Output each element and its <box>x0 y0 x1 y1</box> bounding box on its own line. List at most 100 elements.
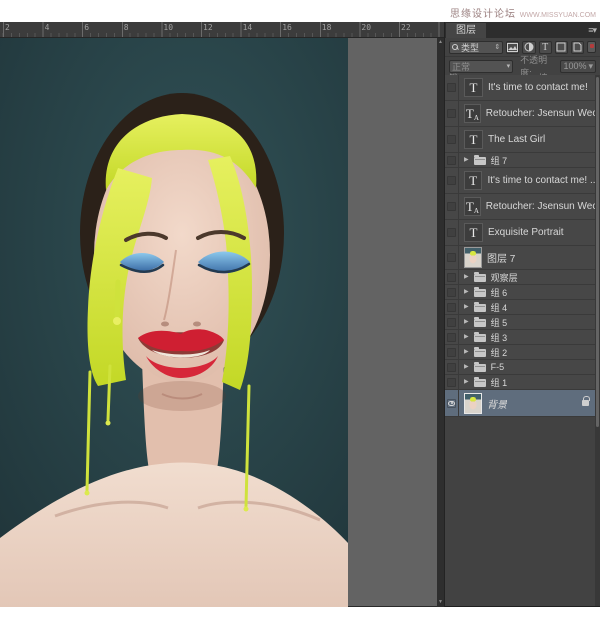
layer-thumbnail[interactable] <box>464 247 482 268</box>
scrollbar-thumb[interactable] <box>596 77 599 427</box>
text-layer-thumbnail[interactable]: T <box>464 223 483 242</box>
visibility-toggle[interactable] <box>445 153 459 167</box>
layer-row-16[interactable]: 背景 <box>445 390 595 417</box>
layer-row-6[interactable]: T Exquisite Portrait <box>445 220 595 246</box>
text-layer-thumbnail[interactable]: T <box>464 171 482 190</box>
layer-row-13[interactable]: ▶ 组 2 <box>445 345 595 360</box>
visibility-toggle[interactable] <box>445 345 459 359</box>
layer-name[interactable]: 组 3 <box>491 331 508 344</box>
layer-row-5[interactable]: TA Retoucher: Jsensun Wech... <box>445 194 595 220</box>
layer-row-3[interactable]: ▶ 组 7 <box>445 153 595 168</box>
layer-name[interactable]: 组 6 <box>491 286 508 299</box>
expand-triangle-icon[interactable]: ▶ <box>464 334 469 340</box>
layer-row-11[interactable]: ▶ 组 5 <box>445 315 595 330</box>
visibility-toggle[interactable] <box>445 101 459 126</box>
expand-triangle-icon[interactable]: ▶ <box>464 379 469 385</box>
expand-triangle-icon[interactable]: ▶ <box>464 364 469 370</box>
layer-name[interactable]: 组 2 <box>491 346 508 359</box>
eye-icon <box>447 399 456 408</box>
layer-name[interactable]: Exquisite Portrait <box>488 227 564 238</box>
layer-row-9[interactable]: ▶ 组 6 <box>445 285 595 300</box>
layer-name[interactable]: 观察层 <box>491 271 518 284</box>
folder-icon <box>474 289 486 297</box>
filter-toggle-icon[interactable] <box>587 41 596 53</box>
type-layers-filter-icon[interactable]: T <box>539 41 552 54</box>
layer-name[interactable]: 组 7 <box>491 154 508 167</box>
filter-type-dropdown[interactable]: 类型 ⇕ <box>449 41 503 54</box>
ruler-number: 6 <box>84 23 89 32</box>
folder-icon <box>474 304 486 312</box>
visibility-toggle[interactable] <box>445 360 459 374</box>
layer-name[interactable]: 组 1 <box>491 376 508 389</box>
visibility-toggle[interactable] <box>445 285 459 299</box>
panel-menu-icon[interactable]: ≡▾ <box>588 25 596 36</box>
scroll-up-icon[interactable]: ▲ <box>437 38 444 47</box>
expand-triangle-icon[interactable]: ▶ <box>464 157 469 163</box>
layer-name[interactable]: 背景 <box>487 396 507 411</box>
document-scrollbar[interactable]: ▲ ▼ <box>437 38 444 607</box>
visibility-toggle[interactable] <box>445 194 459 219</box>
layer-row-15[interactable]: ▶ 组 1 <box>445 375 595 390</box>
expand-triangle-icon[interactable]: ▶ <box>464 289 469 295</box>
layer-name[interactable]: Retoucher: Jsensun Wech... <box>486 201 595 212</box>
folder-icon <box>474 334 486 342</box>
layer-row-0[interactable]: T It's time to contact me! <box>445 75 595 101</box>
layer-row-14[interactable]: ▶ F-5 <box>445 360 595 375</box>
folder-icon <box>474 364 486 372</box>
text-layer-thumbnail[interactable]: T <box>464 130 483 149</box>
panel-tab-bar: 图层 ≡▾ <box>445 22 600 38</box>
ruler-number: 10 <box>163 23 173 32</box>
search-icon <box>452 44 459 51</box>
portrait-image <box>0 38 348 607</box>
layer-name[interactable]: Retoucher: Jsensun Wech... <box>486 108 595 119</box>
eye-empty-well <box>447 176 456 185</box>
visibility-toggle[interactable] <box>445 390 459 416</box>
visibility-toggle[interactable] <box>445 75 459 100</box>
text-layer-thumbnail[interactable]: T <box>464 78 483 97</box>
layer-name[interactable]: It's time to contact me! <box>488 82 588 93</box>
panel-scrollbar[interactable] <box>595 75 600 606</box>
document-canvas[interactable] <box>0 38 348 607</box>
visibility-toggle[interactable] <box>445 330 459 344</box>
visibility-toggle[interactable] <box>445 246 459 269</box>
visibility-toggle[interactable] <box>445 220 459 245</box>
visibility-toggle[interactable] <box>445 315 459 329</box>
layer-thumbnail[interactable] <box>464 393 482 414</box>
adjustment-layers-filter-icon[interactable] <box>522 41 535 54</box>
visibility-toggle[interactable] <box>445 300 459 314</box>
layer-name[interactable]: It's time to contact me! ... <box>487 175 595 186</box>
eye-empty-well <box>447 253 456 262</box>
scroll-down-icon[interactable]: ▼ <box>437 598 444 607</box>
layer-name[interactable]: 组 5 <box>491 316 508 329</box>
eye-empty-well <box>447 288 456 297</box>
expand-triangle-icon[interactable]: ▶ <box>464 349 469 355</box>
tab-layers[interactable]: 图层 <box>446 23 486 38</box>
smart-object-filter-icon[interactable] <box>571 41 584 54</box>
expand-triangle-icon[interactable]: ▶ <box>464 319 469 325</box>
eye-empty-well <box>447 318 456 327</box>
visibility-toggle[interactable] <box>445 168 459 193</box>
layer-name[interactable]: 图层 7 <box>487 250 515 265</box>
folder-icon <box>474 319 486 327</box>
shape-layers-filter-icon[interactable] <box>555 41 568 54</box>
layer-row-10[interactable]: ▶ 组 4 <box>445 300 595 315</box>
text-layer-thumbnail[interactable]: TA <box>464 197 481 216</box>
layer-row-8[interactable]: ▶ 观察层 <box>445 270 595 285</box>
layer-row-1[interactable]: TA Retoucher: Jsensun Wech... <box>445 101 595 127</box>
layer-row-7[interactable]: 图层 7 <box>445 246 595 270</box>
eye-empty-well <box>447 378 456 387</box>
expand-triangle-icon[interactable]: ▶ <box>464 274 469 280</box>
text-layer-thumbnail[interactable]: TA <box>464 104 481 123</box>
layer-name[interactable]: The Last Girl <box>488 134 545 145</box>
visibility-toggle[interactable] <box>445 375 459 389</box>
layer-row-4[interactable]: T It's time to contact me! ... <box>445 168 595 194</box>
pixel-layers-filter-icon[interactable] <box>506 41 519 54</box>
visibility-toggle[interactable] <box>445 127 459 152</box>
layer-row-2[interactable]: T The Last Girl <box>445 127 595 153</box>
expand-triangle-icon[interactable]: ▶ <box>464 304 469 310</box>
layer-name[interactable]: F-5 <box>491 362 505 372</box>
opacity-value[interactable]: 100% ▾ <box>560 60 596 73</box>
visibility-toggle[interactable] <box>445 270 459 284</box>
layer-row-12[interactable]: ▶ 组 3 <box>445 330 595 345</box>
layer-name[interactable]: 组 4 <box>491 301 508 314</box>
